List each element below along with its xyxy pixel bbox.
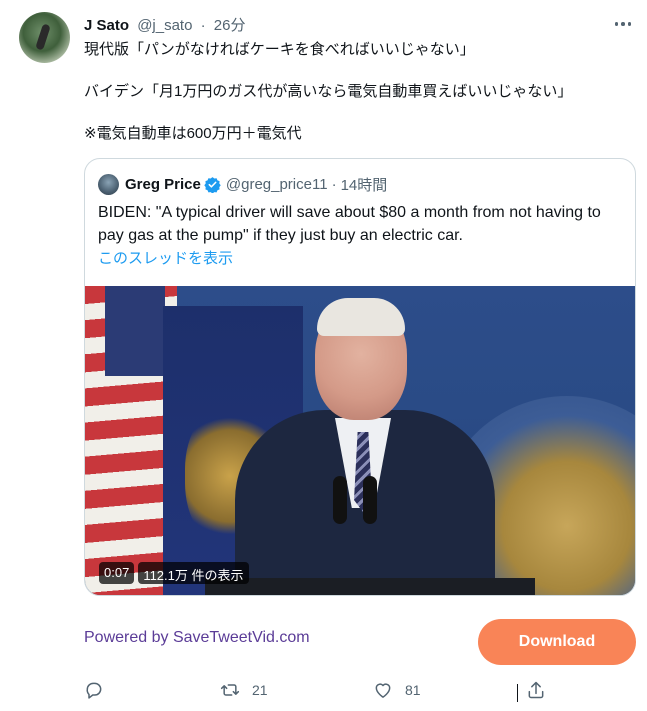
tweet-actions: 21 81	[84, 678, 636, 702]
like-heart-icon	[375, 683, 391, 698]
quote-author-handle: @greg_price11	[225, 175, 328, 193]
quote-text: BIDEN: "A typical driver will save about…	[98, 204, 601, 244]
video-duration: 0:07	[99, 562, 135, 584]
more-dots-icon[interactable]	[611, 14, 635, 34]
avatar-figure	[35, 23, 51, 51]
video-stats: 0:07 112.1万 件の表示	[99, 562, 249, 584]
share-action[interactable]	[526, 678, 546, 702]
retweet-icon	[220, 684, 240, 696]
quote-avatar	[98, 173, 119, 195]
quoted-tweet[interactable]: Greg Price @greg_price11 · 14時間 BIDEN: "…	[84, 158, 636, 596]
quote-time: 14時間	[340, 176, 388, 194]
tweet-line-1: 現代版「パンがなければケーキを食べればいいじゃない」	[84, 41, 475, 58]
microphones	[323, 476, 393, 566]
author-handle[interactable]: @j_sato	[137, 17, 192, 34]
retweet-action[interactable]: 21	[220, 678, 268, 702]
author-avatar[interactable]	[19, 12, 70, 63]
retweet-count: 21	[252, 682, 268, 698]
reply-icon	[86, 682, 102, 699]
like-count: 81	[405, 682, 421, 698]
like-action[interactable]: 81	[373, 678, 421, 702]
powered-by-link[interactable]: Powered by SaveTweetVid.com	[84, 629, 310, 647]
download-button[interactable]: Download	[478, 619, 636, 665]
reply-action[interactable]	[84, 678, 116, 702]
video-views: 112.1万 件の表示	[138, 562, 249, 584]
action-divider	[517, 684, 518, 702]
video-player[interactable]: 0:07 112.1万 件の表示	[85, 286, 635, 595]
header-separator: ·	[200, 17, 206, 34]
author-name[interactable]: J Sato	[84, 17, 129, 34]
quote-header: Greg Price @greg_price11 · 14時間	[98, 173, 387, 195]
podium	[205, 578, 535, 595]
share-icon	[528, 681, 544, 699]
tweet-line-2: バイデン「月1万円のガス代が高いなら電気自動車買えばいいじゃない」	[84, 83, 573, 100]
quote-separator: ·	[331, 175, 337, 193]
show-thread-link[interactable]: このスレッドを表示	[98, 247, 233, 268]
verified-badge-icon	[204, 176, 221, 193]
quote-author-name: Greg Price	[125, 175, 201, 193]
tweet-time[interactable]: 26分	[214, 17, 246, 34]
tweet-line-3: ※電気自動車は600万円＋電気代	[84, 125, 302, 142]
tweet-header: J Sato @j_sato · 26分	[84, 14, 647, 34]
